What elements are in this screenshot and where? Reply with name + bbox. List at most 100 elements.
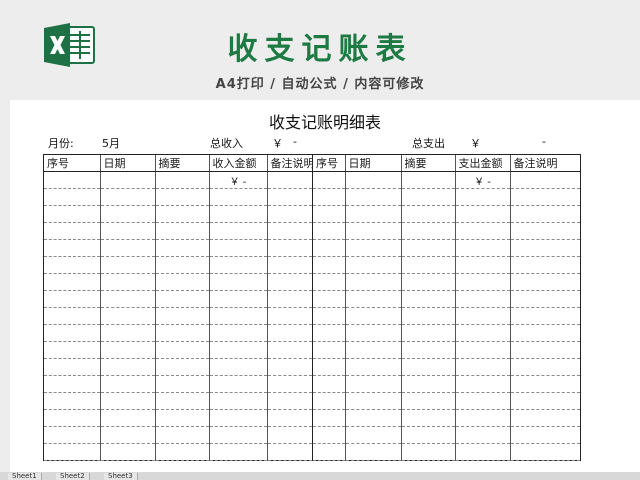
table-cell[interactable] <box>455 222 511 240</box>
table-cell[interactable] <box>345 290 402 308</box>
table-cell[interactable] <box>345 426 402 444</box>
table-cell[interactable] <box>209 392 268 410</box>
table-cell[interactable] <box>345 188 402 206</box>
table-cell[interactable] <box>44 256 101 274</box>
table-cell[interactable] <box>510 205 580 223</box>
table-cell[interactable] <box>44 222 101 240</box>
table-cell[interactable] <box>510 256 580 274</box>
header-date[interactable]: 日期 <box>100 155 156 172</box>
table-cell[interactable] <box>510 273 580 291</box>
amount-cell[interactable]: ￥ - <box>209 171 268 189</box>
table-cell[interactable] <box>313 205 346 223</box>
table-cell[interactable] <box>345 171 402 189</box>
table-cell[interactable] <box>455 205 511 223</box>
table-cell[interactable] <box>100 409 156 427</box>
table-cell[interactable] <box>401 392 456 410</box>
table-cell[interactable] <box>209 256 268 274</box>
table-cell[interactable] <box>510 409 580 427</box>
table-cell[interactable] <box>155 239 210 257</box>
table-cell[interactable] <box>100 188 156 206</box>
table-cell[interactable] <box>155 205 210 223</box>
table-cell[interactable] <box>401 222 456 240</box>
table-cell[interactable] <box>313 426 346 444</box>
table-cell[interactable] <box>401 188 456 206</box>
table-cell[interactable] <box>455 239 511 257</box>
table-cell[interactable] <box>510 341 580 359</box>
table-cell[interactable] <box>209 239 268 257</box>
table-cell[interactable] <box>345 375 402 393</box>
table-cell[interactable] <box>44 188 101 206</box>
header-index[interactable]: 序号 <box>44 155 101 172</box>
table-cell[interactable] <box>209 307 268 325</box>
table-cell[interactable] <box>345 256 402 274</box>
table-cell[interactable] <box>401 426 456 444</box>
table-cell[interactable] <box>100 426 156 444</box>
table-cell[interactable] <box>345 222 402 240</box>
table-cell[interactable] <box>510 324 580 342</box>
header-summary[interactable]: 摘要 <box>155 155 210 172</box>
table-cell[interactable] <box>100 341 156 359</box>
table-cell[interactable] <box>455 324 511 342</box>
table-cell[interactable] <box>44 290 101 308</box>
table-cell[interactable] <box>155 409 210 427</box>
table-cell[interactable] <box>401 341 456 359</box>
table-cell[interactable] <box>455 273 511 291</box>
table-cell[interactable] <box>209 290 268 308</box>
header-remarks[interactable]: 备注说明 <box>267 155 312 172</box>
table-cell[interactable] <box>100 358 156 376</box>
table-cell[interactable] <box>267 273 312 291</box>
table-cell[interactable] <box>267 239 312 257</box>
header-income-amount[interactable]: 收入金额 <box>209 155 268 172</box>
table-cell[interactable] <box>455 375 511 393</box>
table-cell[interactable] <box>401 205 456 223</box>
table-cell[interactable] <box>100 205 156 223</box>
table-cell[interactable] <box>267 392 312 410</box>
table-cell[interactable] <box>510 426 580 444</box>
table-cell[interactable] <box>313 256 346 274</box>
table-cell[interactable] <box>510 443 580 461</box>
table-cell[interactable] <box>155 273 210 291</box>
table-cell[interactable] <box>313 222 346 240</box>
table-cell[interactable] <box>267 205 312 223</box>
table-cell[interactable] <box>510 188 580 206</box>
table-cell[interactable] <box>267 188 312 206</box>
tab-sheet1[interactable]: Sheet1 <box>8 473 42 480</box>
table-cell[interactable] <box>44 409 101 427</box>
table-cell[interactable] <box>401 256 456 274</box>
table-cell[interactable] <box>44 426 101 444</box>
table-cell[interactable] <box>209 273 268 291</box>
table-cell[interactable] <box>345 409 402 427</box>
tab-sheet3[interactable]: Sheet3 <box>104 473 138 480</box>
table-cell[interactable] <box>345 324 402 342</box>
table-cell[interactable] <box>100 222 156 240</box>
table-cell[interactable] <box>209 222 268 240</box>
table-cell[interactable] <box>155 358 210 376</box>
table-cell[interactable] <box>155 375 210 393</box>
table-cell[interactable] <box>313 273 346 291</box>
table-cell[interactable] <box>155 426 210 444</box>
table-cell[interactable] <box>510 375 580 393</box>
table-cell[interactable] <box>267 324 312 342</box>
table-cell[interactable] <box>44 341 101 359</box>
table-cell[interactable] <box>401 409 456 427</box>
table-cell[interactable] <box>313 324 346 342</box>
table-cell[interactable] <box>455 307 511 325</box>
table-cell[interactable] <box>44 171 101 189</box>
table-cell[interactable] <box>155 443 210 461</box>
table-cell[interactable] <box>209 358 268 376</box>
table-cell[interactable] <box>455 256 511 274</box>
header-summary[interactable]: 摘要 <box>401 155 456 172</box>
table-cell[interactable] <box>44 358 101 376</box>
table-cell[interactable] <box>100 392 156 410</box>
table-cell[interactable] <box>209 324 268 342</box>
table-cell[interactable] <box>100 290 156 308</box>
table-cell[interactable] <box>44 273 101 291</box>
table-cell[interactable] <box>155 307 210 325</box>
table-cell[interactable] <box>44 443 101 461</box>
table-cell[interactable] <box>44 307 101 325</box>
table-cell[interactable] <box>455 290 511 308</box>
table-cell[interactable] <box>401 358 456 376</box>
table-cell[interactable] <box>155 256 210 274</box>
table-cell[interactable] <box>44 375 101 393</box>
table-cell[interactable] <box>267 358 312 376</box>
